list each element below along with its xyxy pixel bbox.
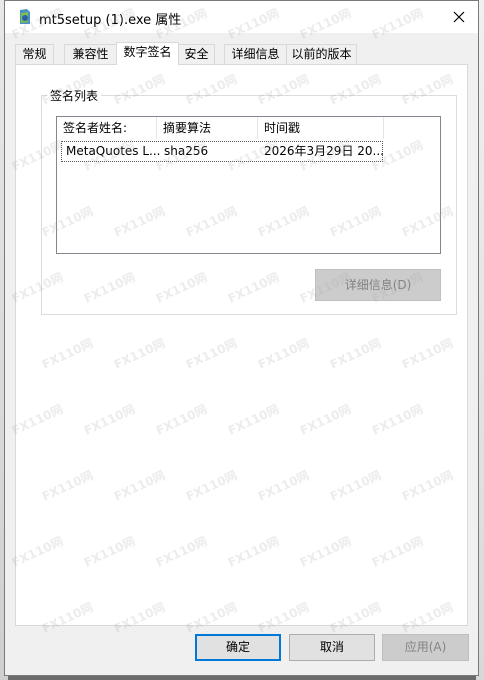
close-icon[interactable]: [450, 8, 468, 26]
setup-app-icon: [20, 9, 30, 24]
signature-list-view[interactable]: 签名者姓名: 摘要算法 时间戳 MetaQuotes L... sha256 2…: [56, 116, 441, 254]
column-header-digest[interactable]: 摘要算法: [157, 117, 258, 139]
properties-dialog: mt5setup (1).exe 属性 常规 兼容性 数字签名 安全 详细信息 …: [4, 0, 479, 676]
signature-row[interactable]: MetaQuotes L... sha256 2026年3月29日 20...: [61, 141, 384, 162]
tab-digital-signatures[interactable]: 数字签名: [116, 42, 179, 65]
apply-button[interactable]: 应用(A): [382, 634, 469, 661]
column-header-signer[interactable]: 签名者姓名:: [57, 117, 157, 139]
tab-general[interactable]: 常规: [15, 44, 54, 64]
ok-button[interactable]: 确定: [195, 634, 281, 661]
tab-security[interactable]: 安全: [178, 44, 215, 64]
details-button[interactable]: 详细信息(D): [315, 269, 441, 301]
signer-cell: MetaQuotes L...: [66, 144, 160, 158]
cancel-button[interactable]: 取消: [289, 634, 375, 661]
digest-cell: sha256: [164, 144, 209, 158]
window-title: mt5setup (1).exe 属性: [39, 13, 182, 28]
column-header-timestamp[interactable]: 时间戳: [258, 117, 384, 139]
list-header: 签名者姓名: 摘要算法 时间戳: [57, 117, 440, 139]
tab-previous-versions[interactable]: 以前的版本: [286, 44, 357, 64]
signature-list-label: 签名列表: [47, 87, 102, 104]
tab-details[interactable]: 详细信息: [224, 44, 287, 64]
tab-panel-digital-signatures: 签名列表 签名者姓名: 摘要算法 时间戳 MetaQuotes L... sha…: [15, 64, 468, 626]
tab-compatibility[interactable]: 兼容性: [64, 44, 117, 64]
signature-list-group: 签名列表 签名者姓名: 摘要算法 时间戳 MetaQuotes L... sha…: [41, 87, 457, 315]
timestamp-cell: 2026年3月29日 20...: [264, 144, 384, 158]
title-bar[interactable]: mt5setup (1).exe 属性: [5, 1, 478, 33]
